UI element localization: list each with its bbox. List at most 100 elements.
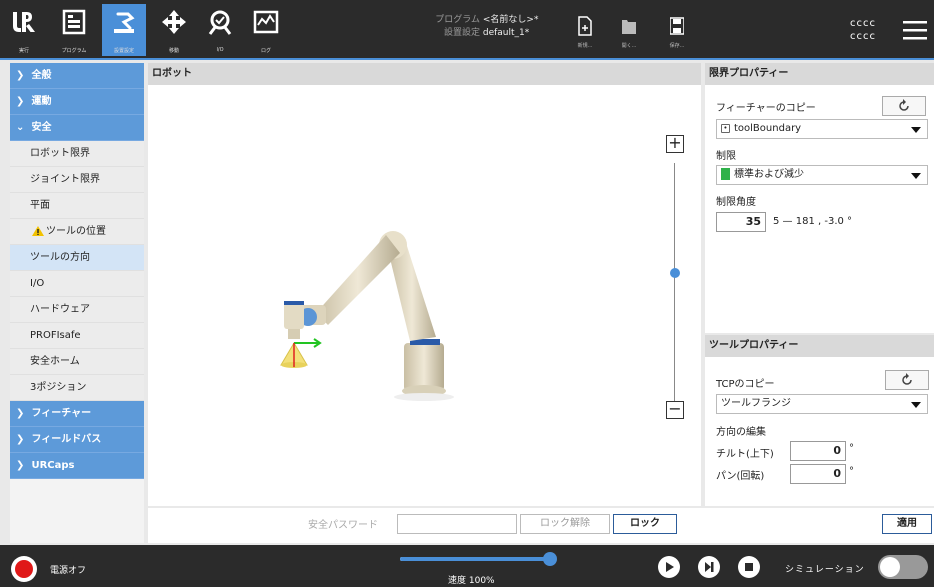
nav-installation-label: 設置設定	[113, 48, 134, 54]
save-file-button[interactable]: 保存...	[662, 16, 692, 54]
simulation-toggle[interactable]	[878, 555, 928, 579]
sidebar-item-urcaps[interactable]: ❯ URCaps	[10, 453, 144, 479]
new-file-icon	[578, 16, 592, 36]
sidebar-item-tool-position[interactable]: ツールの位置	[10, 219, 144, 245]
open-file-label: 開く...	[621, 43, 637, 49]
angle-range-text: 5 — 181 , -3.0 °	[773, 216, 853, 227]
sidebar-item-fieldbus[interactable]: ❯ フィールドバス	[10, 427, 144, 453]
save-file-label: 保存...	[669, 43, 685, 49]
chevron-right-icon: ❯	[16, 70, 25, 81]
sidebar-item-profisafe[interactable]: PROFIsafe	[10, 323, 144, 349]
copy-tcp-button[interactable]	[885, 370, 929, 390]
copy-feature-label: フィーチャーのコピー	[716, 103, 816, 114]
nav-program-label: プログラム	[61, 48, 87, 54]
nav-installation[interactable]: 設置設定	[102, 4, 146, 56]
installation-name: default_1*	[482, 28, 530, 38]
log-icon	[253, 10, 279, 34]
step-icon	[705, 562, 714, 572]
tcp-select[interactable]: ツールフランジ	[716, 394, 928, 414]
nav-program[interactable]: プログラム	[52, 4, 96, 56]
speed-label: 速度 100%	[448, 576, 495, 586]
power-label: 電源オフ	[50, 566, 87, 576]
sidebar-item-planes[interactable]: 平面	[10, 193, 144, 219]
play-button[interactable]	[658, 556, 680, 578]
move-icon	[162, 10, 186, 34]
sidebar-item-robot-limits[interactable]: ロボット限界	[10, 141, 144, 167]
pan-unit: °	[849, 466, 854, 477]
nav-io[interactable]: I/O	[198, 4, 242, 56]
speed-slider-fill	[400, 557, 552, 561]
program-info: プログラム <名前なし>* 設置設定 default_1*	[410, 14, 560, 40]
main-panel-title: ロボット	[148, 63, 701, 85]
stop-button[interactable]	[738, 556, 760, 578]
sidebar-item-label: ジョイント限界	[30, 174, 100, 185]
point-icon: •	[721, 123, 730, 133]
nav-move[interactable]: 移動	[152, 4, 196, 56]
speed-slider-handle[interactable]	[543, 552, 557, 566]
sidebar-item-label: フィールドバス	[31, 434, 102, 445]
sidebar-item-io[interactable]: I/O	[10, 271, 144, 297]
sidebar-item-label: 3ポジション	[30, 382, 87, 393]
tilt-label: チルト(上下)	[716, 449, 774, 460]
safety-password-input[interactable]	[397, 514, 517, 534]
refresh-icon	[899, 99, 909, 111]
user-info: cccc cccc	[850, 17, 876, 43]
sidebar-item-label: PROFIsafe	[30, 330, 81, 341]
power-button[interactable]	[11, 556, 37, 582]
zoom-slider-handle[interactable]	[670, 268, 680, 278]
pan-input[interactable]: 0	[790, 464, 846, 484]
tcp-select-value: ツールフランジ	[721, 398, 791, 409]
chevron-right-icon: ❯	[16, 434, 25, 445]
angle-input[interactable]: 35	[716, 212, 766, 232]
zoom-out-button[interactable]: −	[666, 401, 684, 419]
sidebar-item-safety[interactable]: ⌄ 安全	[10, 115, 144, 141]
sidebar-item-3-position[interactable]: 3ポジション	[10, 375, 144, 401]
sidebar-item-general[interactable]: ❯ 全般	[10, 63, 144, 89]
safety-password-label: 安全パスワード	[308, 520, 378, 531]
tool-properties-title: ツールプロパティー	[705, 335, 934, 357]
sidebar-item-label: 運動	[31, 96, 52, 107]
zoom-slider[interactable]	[674, 163, 675, 408]
sidebar-item-features[interactable]: ❯ フィーチャー	[10, 401, 144, 427]
hamburger-menu-icon[interactable]	[903, 20, 927, 40]
pan-label: パン(回転)	[716, 471, 765, 482]
restriction-label: 制限	[716, 151, 736, 162]
play-icon	[666, 562, 674, 572]
nav-run-label: 実行	[18, 48, 29, 54]
sidebar-item-label: ロボット限界	[30, 148, 90, 159]
step-button[interactable]	[698, 556, 720, 578]
caret-down-icon	[911, 402, 921, 408]
angle-label: 制限角度	[716, 197, 756, 208]
feature-select[interactable]: • toolBoundary	[716, 119, 928, 139]
chevron-down-icon: ⌄	[16, 122, 25, 133]
restriction-select[interactable]: 標準および減少	[716, 165, 928, 185]
copy-feature-button[interactable]	[882, 96, 926, 116]
chevron-right-icon: ❯	[16, 408, 25, 419]
program-key: プログラム	[435, 15, 480, 25]
apply-button[interactable]: 適用	[882, 514, 932, 534]
copy-tcp-label: TCPのコピー	[716, 379, 775, 390]
stop-icon	[745, 563, 753, 571]
sidebar-item-label: URCaps	[31, 460, 75, 471]
robot-3d-view[interactable]: + −	[148, 85, 701, 506]
power-status-icon	[15, 560, 33, 578]
sidebar-item-tool-direction[interactable]: ツールの方向	[10, 245, 144, 271]
nav-run[interactable]: 実行	[2, 4, 46, 56]
installation-icon	[114, 12, 135, 33]
sidebar-item-motion[interactable]: ❯ 運動	[10, 89, 144, 115]
lock-button[interactable]: ロック	[613, 514, 677, 534]
nav-log[interactable]: ログ	[244, 4, 288, 56]
open-file-button[interactable]: 開く...	[614, 16, 644, 54]
unlock-button[interactable]: ロック解除	[520, 514, 610, 534]
sidebar-item-label: 安全	[31, 122, 52, 133]
zoom-in-button[interactable]: +	[666, 135, 684, 153]
caret-down-icon	[911, 127, 921, 133]
sidebar-item-hardware[interactable]: ハードウェア	[10, 297, 144, 323]
new-file-button[interactable]: 新規...	[570, 16, 600, 54]
sidebar-item-label: 全般	[31, 70, 52, 81]
sidebar-item-safe-home[interactable]: 安全ホーム	[10, 349, 144, 375]
sidebar-item-joint-limits[interactable]: ジョイント限界	[10, 167, 144, 193]
feature-select-value: toolBoundary	[734, 123, 802, 134]
tilt-input[interactable]: 0	[790, 441, 846, 461]
sidebar-item-label: 安全ホーム	[30, 356, 80, 367]
